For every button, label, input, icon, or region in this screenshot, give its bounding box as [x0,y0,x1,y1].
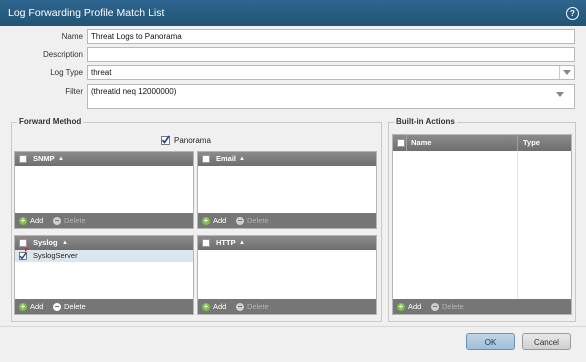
add-icon: + [397,302,405,312]
builtin-delete-label: Delete [442,302,464,311]
email-grid: Email ▲ + Add − Delete [197,151,377,229]
forward-method-title: Forward Method [17,117,84,126]
add-icon: + [202,302,210,312]
syslog-delete-button[interactable]: − Delete [53,299,86,314]
log-type-value: threat [91,68,112,77]
builtin-actions-grid: Name Type + Add − Delete [392,134,572,315]
question-icon[interactable]: ? [566,7,579,20]
delete-icon: − [236,216,244,226]
dialog-title: Log Forwarding Profile Match List [8,7,165,19]
log-type-row: Log Type threat [0,65,586,81]
email-add-label: Add [213,216,227,225]
syslog-delete-label: Delete [64,302,86,311]
snmp-grid-header: SNMP ▲ [15,152,193,166]
sort-asc-icon: ▲ [239,156,245,162]
syslog-header-label[interactable]: Syslog [33,236,58,250]
filter-value: (threatid neq 12000000) [91,87,177,96]
add-icon: + [19,302,27,312]
name-row: Name Threat Logs to Panorama [0,29,586,45]
syslog-add-button[interactable]: + Add [19,299,43,314]
name-field[interactable]: Threat Logs to Panorama [87,29,575,44]
http-add-label: Add [213,302,227,311]
add-icon: + [202,216,210,226]
description-label: Description [42,50,83,59]
syslog-grid-footer: + Add − Delete [15,299,193,314]
http-delete-button[interactable]: − Delete [236,299,269,314]
syslog-row-name: SyslogServer [33,251,78,260]
column-separator [406,135,407,151]
http-add-button[interactable]: + Add [202,299,226,314]
http-grid: HTTP ▲ + Add − Delete [197,235,377,315]
column-guide [517,151,518,299]
snmp-select-all-checkbox[interactable] [19,155,27,163]
snmp-delete-label: Delete [64,216,86,225]
checkmark-icon [161,135,170,144]
sort-asc-icon: ▲ [58,156,64,162]
syslog-grid: Syslog ▲ SyslogServer + Add − Delete [14,235,194,315]
email-select-all-checkbox[interactable] [202,155,210,163]
snmp-header-label[interactable]: SNMP [33,152,55,166]
builtin-actions-header: Name Type [393,135,571,151]
syslog-select-all-checkbox[interactable] [19,239,27,247]
http-grid-header: HTTP ▲ [198,236,376,250]
http-header-label[interactable]: HTTP [216,236,236,250]
delete-icon: − [236,302,244,312]
add-icon: + [19,216,27,226]
delete-icon: − [53,216,61,226]
snmp-add-button[interactable]: + Add [19,213,43,228]
footer-divider [0,326,586,327]
syslog-add-label: Add [30,302,44,311]
dialog-titlebar: Log Forwarding Profile Match List ? [0,0,586,26]
chevron-down-icon[interactable] [556,92,564,97]
panorama-checkbox[interactable] [161,135,170,145]
filter-row: Filter (threatid neq 12000000) [0,84,586,109]
sort-asc-icon: ▲ [239,240,245,246]
email-header-label[interactable]: Email [216,152,236,166]
builtin-add-label: Add [408,302,422,311]
delete-icon: − [431,302,439,312]
panorama-label: Panorama [174,136,211,145]
email-add-button[interactable]: + Add [202,213,226,228]
checkmark-icon [19,252,27,260]
http-select-all-checkbox[interactable] [202,239,210,247]
sort-asc-icon: ▲ [62,240,68,246]
table-row[interactable]: SyslogServer [15,248,193,262]
builtin-actions-title: Built-in Actions [394,117,457,126]
builtin-col-type[interactable]: Type [523,135,540,151]
log-forwarding-dialog: Log Forwarding Profile Match List ? Name… [0,0,586,362]
builtin-col-name[interactable]: Name [411,135,431,151]
snmp-add-label: Add [30,216,44,225]
dropdown-separator [559,66,560,79]
syslog-row-checkbox[interactable] [19,252,27,260]
chevron-down-icon[interactable] [563,70,571,75]
email-grid-header: Email ▲ [198,152,376,166]
http-delete-label: Delete [247,302,269,311]
modified-marker-icon [25,248,29,252]
http-grid-footer: + Add − Delete [198,299,376,314]
name-label: Name [61,32,83,41]
description-row: Description [0,47,586,63]
cancel-button[interactable]: Cancel [522,333,571,350]
filter-label: Filter [65,87,83,96]
email-delete-label: Delete [247,216,269,225]
snmp-grid: SNMP ▲ + Add − Delete [14,151,194,229]
builtin-select-all-checkbox[interactable] [397,139,405,147]
builtin-delete-button[interactable]: − Delete [431,299,464,314]
snmp-grid-footer: + Add − Delete [15,213,193,228]
builtin-add-button[interactable]: + Add [397,299,421,314]
ok-button[interactable]: OK [466,333,515,350]
log-type-label: Log Type [50,68,83,77]
description-field[interactable] [87,47,575,62]
column-separator [517,135,518,151]
delete-icon: − [53,302,61,312]
email-grid-footer: + Add − Delete [198,213,376,228]
filter-field[interactable]: (threatid neq 12000000) [87,84,575,109]
syslog-grid-header: Syslog ▲ [15,236,193,250]
log-type-select[interactable]: threat [87,65,575,80]
snmp-delete-button[interactable]: − Delete [53,213,86,228]
builtin-actions-footer: + Add − Delete [393,299,571,314]
email-delete-button[interactable]: − Delete [236,213,269,228]
